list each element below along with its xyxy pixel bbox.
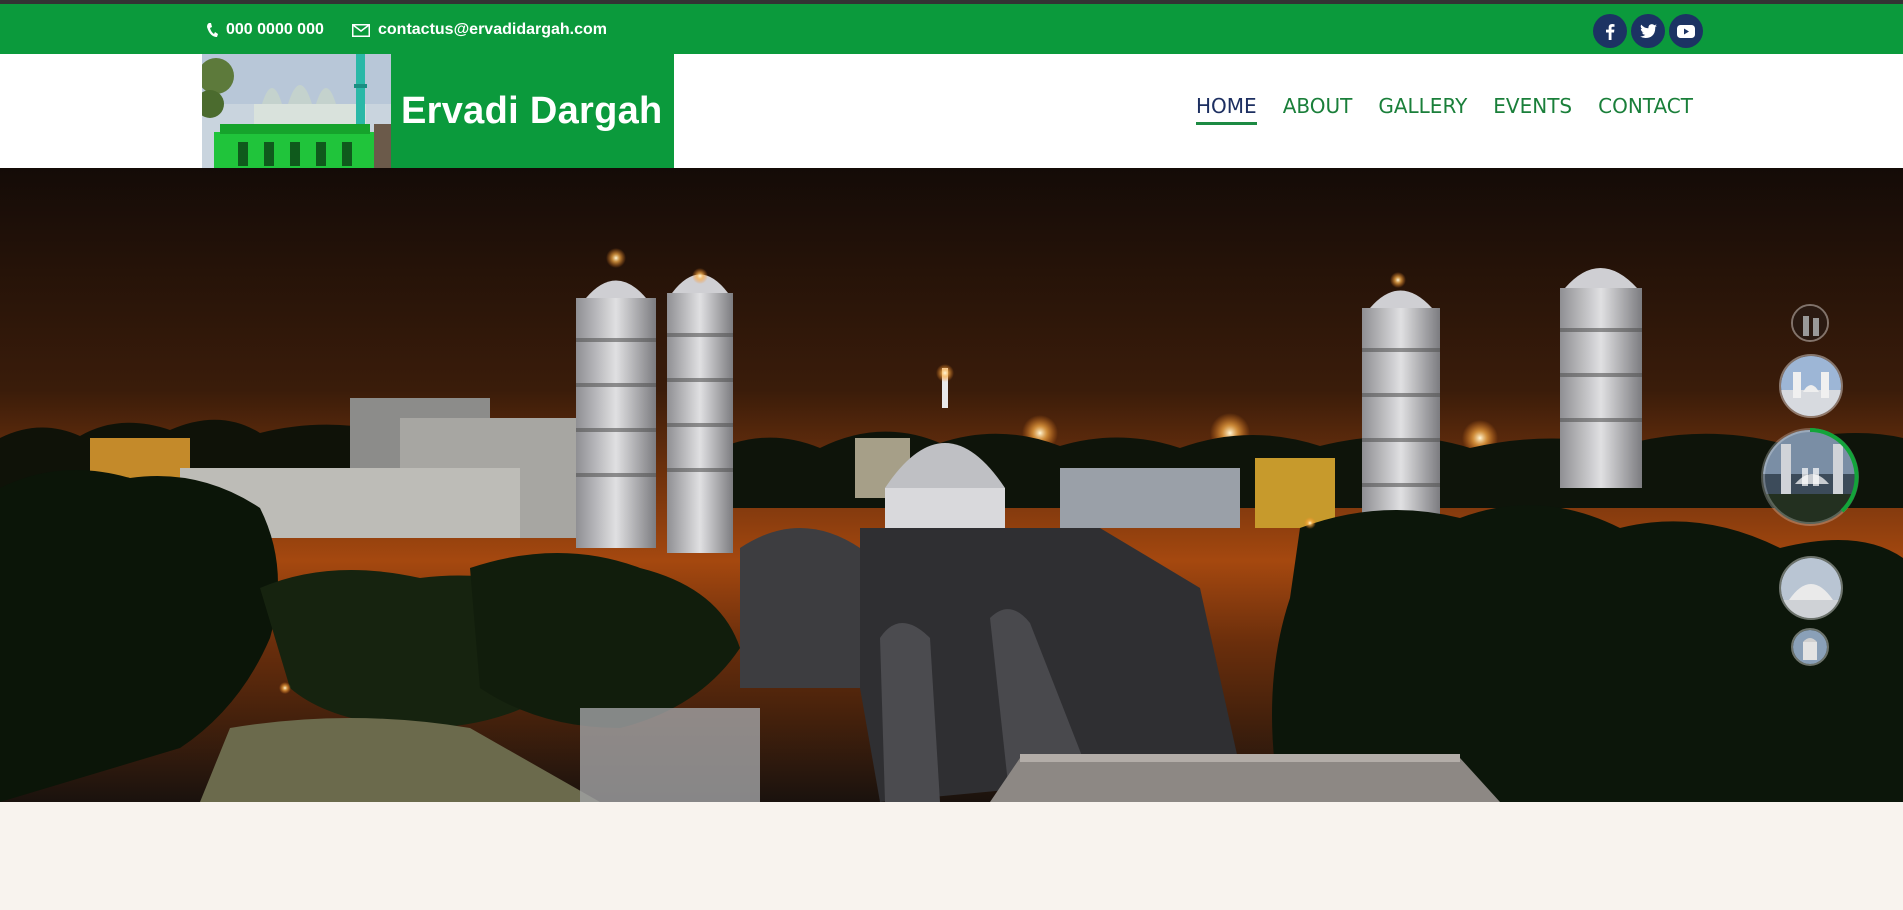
hero-dargah-night-image <box>0 168 1903 802</box>
top-contact-bar: 000 0000 000 contactus@ervadidargah.com <box>0 4 1903 54</box>
youtube-link[interactable] <box>1669 14 1703 48</box>
twitter-icon <box>1639 24 1657 38</box>
email-address: contactus@ervadidargah.com <box>378 21 607 38</box>
site-title: Ervadi Dargah <box>401 90 663 132</box>
site-header: Ervadi Dargah HOME ABOUT GALLERY EVENTS … <box>0 54 1903 168</box>
phone-contact[interactable]: 000 0000 000 <box>206 21 324 39</box>
phone-number: 000 0000 000 <box>226 21 324 38</box>
pause-icon <box>1802 468 1808 486</box>
nav-gallery[interactable]: GALLERY <box>1378 94 1467 125</box>
slide-thumb-5[interactable] <box>1791 628 1829 666</box>
nav-about[interactable]: ABOUT <box>1283 94 1353 125</box>
nav-events[interactable]: EVENTS <box>1493 94 1572 125</box>
slide-thumb-3-active[interactable] <box>1757 424 1863 530</box>
mail-icon <box>352 23 370 37</box>
facebook-icon <box>1605 23 1615 40</box>
phone-icon <box>206 22 218 39</box>
hero-slider[interactable] <box>0 168 1903 802</box>
site-logo[interactable]: Ervadi Dargah <box>202 54 674 168</box>
content-area <box>0 802 1903 910</box>
twitter-link[interactable] <box>1631 14 1665 48</box>
nav-contact[interactable]: CONTACT <box>1598 94 1693 125</box>
slide-thumb-2[interactable] <box>1779 354 1843 418</box>
slide-thumb-4[interactable] <box>1779 556 1843 620</box>
slide-thumb-1[interactable] <box>1791 304 1829 342</box>
youtube-icon <box>1677 24 1695 38</box>
facebook-link[interactable] <box>1593 14 1627 48</box>
dargah-logo-image <box>202 54 391 168</box>
email-contact[interactable]: contactus@ervadidargah.com <box>352 21 607 39</box>
nav-home[interactable]: HOME <box>1196 94 1257 125</box>
main-nav: HOME ABOUT GALLERY EVENTS CONTACT <box>1196 94 1693 125</box>
